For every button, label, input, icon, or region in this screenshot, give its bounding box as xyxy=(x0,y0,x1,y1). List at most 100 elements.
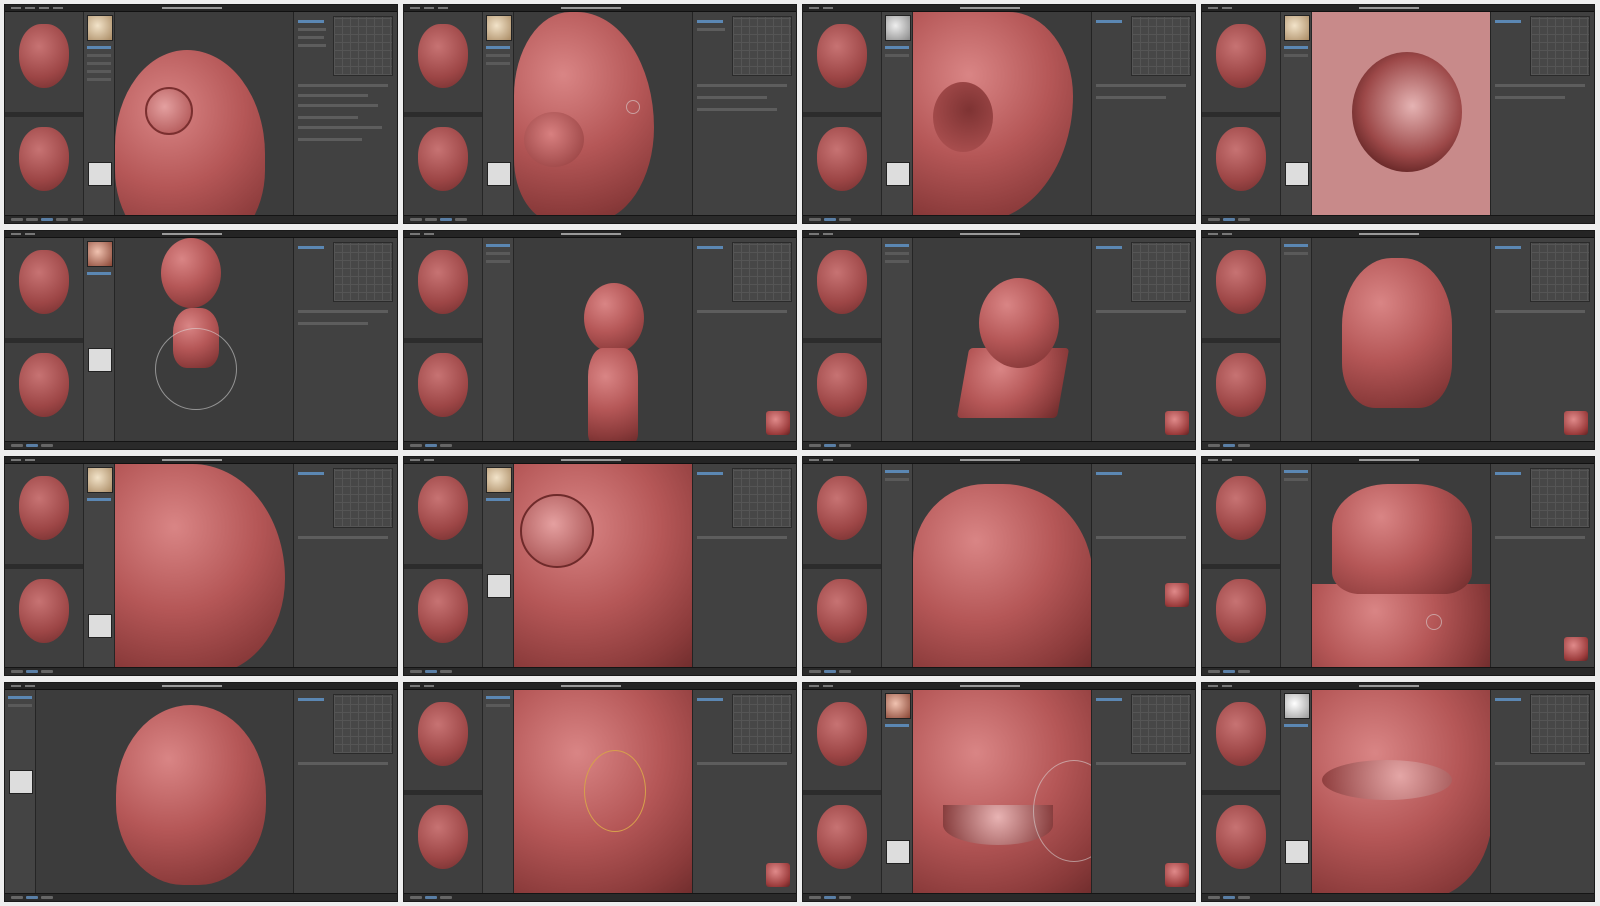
tool-shelf[interactable] xyxy=(84,464,115,667)
blender-tile-8[interactable] xyxy=(1201,230,1595,450)
properties-panel[interactable] xyxy=(1091,464,1195,667)
properties-panel[interactable] xyxy=(1490,464,1594,667)
blender-tile-9[interactable] xyxy=(4,456,398,676)
3d-viewport[interactable] xyxy=(514,464,692,667)
brush-thumbnail[interactable] xyxy=(87,467,113,493)
uv-grid xyxy=(333,16,393,76)
3d-viewport[interactable] xyxy=(115,12,293,215)
blender-tile-11[interactable] xyxy=(802,456,1196,676)
sculpt-eye xyxy=(520,494,594,568)
top-menubar[interactable] xyxy=(5,5,397,12)
properties-panel[interactable] xyxy=(293,12,397,215)
reference-panel xyxy=(5,464,84,667)
blender-tile-16[interactable] xyxy=(1201,682,1595,902)
3d-viewport[interactable] xyxy=(1312,690,1490,893)
tool-shelf[interactable] xyxy=(483,238,514,441)
reference-head-bottom xyxy=(19,127,69,191)
bottom-toolbar[interactable] xyxy=(5,215,397,223)
properties-panel[interactable] xyxy=(293,464,397,667)
tool-shelf[interactable] xyxy=(1281,690,1312,893)
sculpt-head xyxy=(584,283,644,353)
brush-thumbnail[interactable] xyxy=(486,467,512,493)
reference-panel xyxy=(404,464,483,667)
3d-viewport[interactable] xyxy=(514,12,692,215)
reference-panel xyxy=(1202,238,1281,441)
properties-panel[interactable] xyxy=(1091,238,1195,441)
3d-viewport[interactable] xyxy=(1312,12,1490,215)
tool-shelf[interactable] xyxy=(882,12,913,215)
brush-thumbnail[interactable] xyxy=(1284,15,1310,41)
properties-panel[interactable] xyxy=(692,464,796,667)
3d-viewport[interactable] xyxy=(913,464,1091,667)
blender-tile-3[interactable] xyxy=(802,4,1196,224)
reference-head-top xyxy=(19,24,69,88)
3d-viewport[interactable] xyxy=(1312,464,1490,667)
tool-shelf[interactable] xyxy=(882,238,913,441)
tool-shelf[interactable] xyxy=(1281,464,1312,667)
blender-tile-4[interactable] xyxy=(1201,4,1595,224)
blender-tile-5[interactable] xyxy=(4,230,398,450)
3d-viewport[interactable] xyxy=(514,238,692,441)
blender-tile-13[interactable] xyxy=(4,682,398,902)
properties-panel[interactable] xyxy=(1490,690,1594,893)
brush-thumbnail[interactable] xyxy=(885,693,911,719)
blender-tile-12[interactable] xyxy=(1201,456,1595,676)
properties-panel[interactable] xyxy=(293,238,397,441)
properties-panel[interactable] xyxy=(1091,690,1195,893)
tool-shelf[interactable] xyxy=(483,12,514,215)
tool-shelf[interactable] xyxy=(882,690,913,893)
brush-thumbnail[interactable] xyxy=(486,15,512,41)
properties-panel[interactable] xyxy=(1490,12,1594,215)
transform-gizmo[interactable] xyxy=(584,750,646,832)
properties-panel[interactable] xyxy=(293,690,397,893)
blender-tile-14[interactable] xyxy=(403,682,797,902)
reference-panel xyxy=(404,238,483,441)
brush-cursor xyxy=(155,328,237,410)
tool-shelf[interactable] xyxy=(483,690,514,893)
properties-panel[interactable] xyxy=(692,238,796,441)
tool-shelf[interactable] xyxy=(84,238,115,441)
3d-viewport[interactable] xyxy=(115,238,293,441)
reference-panel xyxy=(803,464,882,667)
tool-shelf[interactable] xyxy=(483,464,514,667)
sculpt-base-block xyxy=(1312,584,1490,667)
3d-viewport[interactable] xyxy=(913,238,1091,441)
tool-shelf[interactable] xyxy=(1281,238,1312,441)
brush-thumbnail[interactable] xyxy=(885,15,911,41)
3d-viewport[interactable] xyxy=(913,12,1091,215)
properties-panel[interactable] xyxy=(692,12,796,215)
3d-viewport[interactable] xyxy=(514,690,692,893)
properties-panel[interactable] xyxy=(1091,12,1195,215)
reference-panel xyxy=(5,238,84,441)
blender-tile-2[interactable] xyxy=(403,4,797,224)
3d-viewport[interactable] xyxy=(913,690,1091,893)
reference-panel xyxy=(803,690,882,893)
brush-thumbnail[interactable] xyxy=(1284,693,1310,719)
falloff-curve[interactable] xyxy=(487,162,511,186)
3d-viewport[interactable] xyxy=(1312,238,1490,441)
tool-shelf[interactable] xyxy=(882,464,913,667)
properties-panel[interactable] xyxy=(692,690,796,893)
3d-viewport[interactable] xyxy=(36,690,293,893)
blender-tile-6[interactable] xyxy=(403,230,797,450)
top-menubar[interactable] xyxy=(404,5,796,12)
reference-panel xyxy=(404,690,483,893)
sculpt-face xyxy=(514,464,692,667)
properties-panel[interactable] xyxy=(1490,238,1594,441)
falloff-curve[interactable] xyxy=(88,162,112,186)
tool-shelf[interactable] xyxy=(84,12,115,215)
blender-tile-7[interactable] xyxy=(802,230,1196,450)
video-thumbnail-grid xyxy=(4,4,1596,902)
3d-viewport[interactable] xyxy=(115,464,293,667)
reference-panel xyxy=(1202,12,1281,215)
brush-thumbnail[interactable] xyxy=(87,241,113,267)
bottom-toolbar[interactable] xyxy=(404,215,796,223)
blender-tile-1[interactable] xyxy=(4,4,398,224)
tool-shelf[interactable] xyxy=(5,690,36,893)
reference-panel xyxy=(1202,464,1281,667)
blender-tile-10[interactable] xyxy=(403,456,797,676)
tool-shelf[interactable] xyxy=(1281,12,1312,215)
blender-tile-15[interactable] xyxy=(802,682,1196,902)
sculpt-nose xyxy=(115,464,285,667)
brush-thumbnail[interactable] xyxy=(87,15,113,41)
